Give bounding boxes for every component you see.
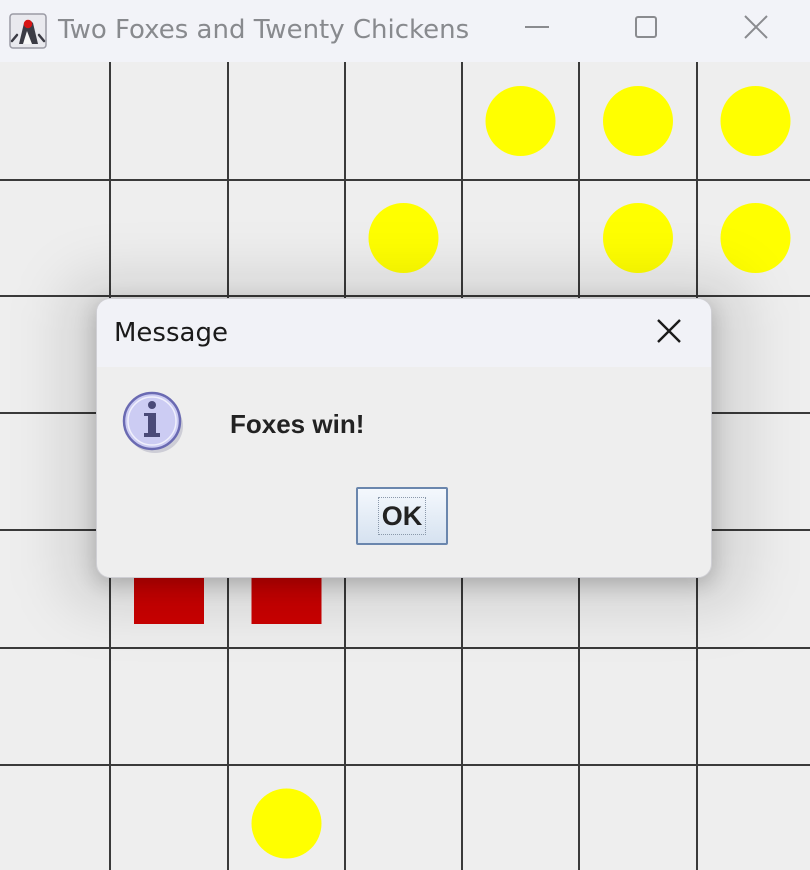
chicken-piece[interactable] xyxy=(603,203,673,273)
dialog-close-button[interactable] xyxy=(641,311,697,355)
board-cell[interactable] xyxy=(345,62,462,180)
window-titlebar: Two Foxes and Twenty Chickens xyxy=(0,0,810,62)
board-cell[interactable] xyxy=(462,648,579,765)
chicken-piece[interactable] xyxy=(603,86,673,156)
board-cell[interactable] xyxy=(228,62,345,180)
chicken-piece[interactable] xyxy=(368,203,439,273)
board-cell[interactable] xyxy=(110,62,228,180)
dialog-message: Foxes win! xyxy=(230,409,365,439)
dialog-title: Message xyxy=(114,318,228,348)
board-cell[interactable] xyxy=(579,765,697,870)
board-cell[interactable] xyxy=(345,765,462,870)
dialog-titlebar: Message xyxy=(97,299,711,367)
board-cell[interactable] xyxy=(228,648,345,765)
chicken-piece[interactable] xyxy=(251,788,322,859)
chicken-piece[interactable] xyxy=(485,86,556,156)
board-cell[interactable] xyxy=(345,648,462,765)
chicken-piece[interactable] xyxy=(720,86,791,156)
window-title: Two Foxes and Twenty Chickens xyxy=(58,15,470,45)
board-cell[interactable] xyxy=(0,648,110,765)
info-icon xyxy=(121,389,185,453)
board-cell[interactable] xyxy=(0,62,110,180)
close-icon xyxy=(655,317,683,349)
maximize-icon xyxy=(631,12,661,46)
ok-button[interactable]: OK xyxy=(356,487,448,545)
chicken-piece[interactable] xyxy=(720,203,791,273)
board-cell[interactable] xyxy=(697,765,810,870)
board-cell[interactable] xyxy=(697,648,810,765)
board-cell[interactable] xyxy=(0,765,110,870)
minimize-icon xyxy=(522,12,552,46)
java-duke-icon xyxy=(8,11,48,51)
message-dialog: Message Foxes win! OK xyxy=(96,298,712,578)
minimize-button[interactable] xyxy=(505,6,569,52)
ok-button-label: OK xyxy=(377,497,427,535)
board-cell[interactable] xyxy=(110,648,228,765)
close-window-button[interactable] xyxy=(724,6,788,52)
board-cell[interactable] xyxy=(462,765,579,870)
board-cell[interactable] xyxy=(579,648,697,765)
close-icon xyxy=(741,12,771,46)
board-cell[interactable] xyxy=(110,765,228,870)
maximize-button[interactable] xyxy=(614,6,678,52)
